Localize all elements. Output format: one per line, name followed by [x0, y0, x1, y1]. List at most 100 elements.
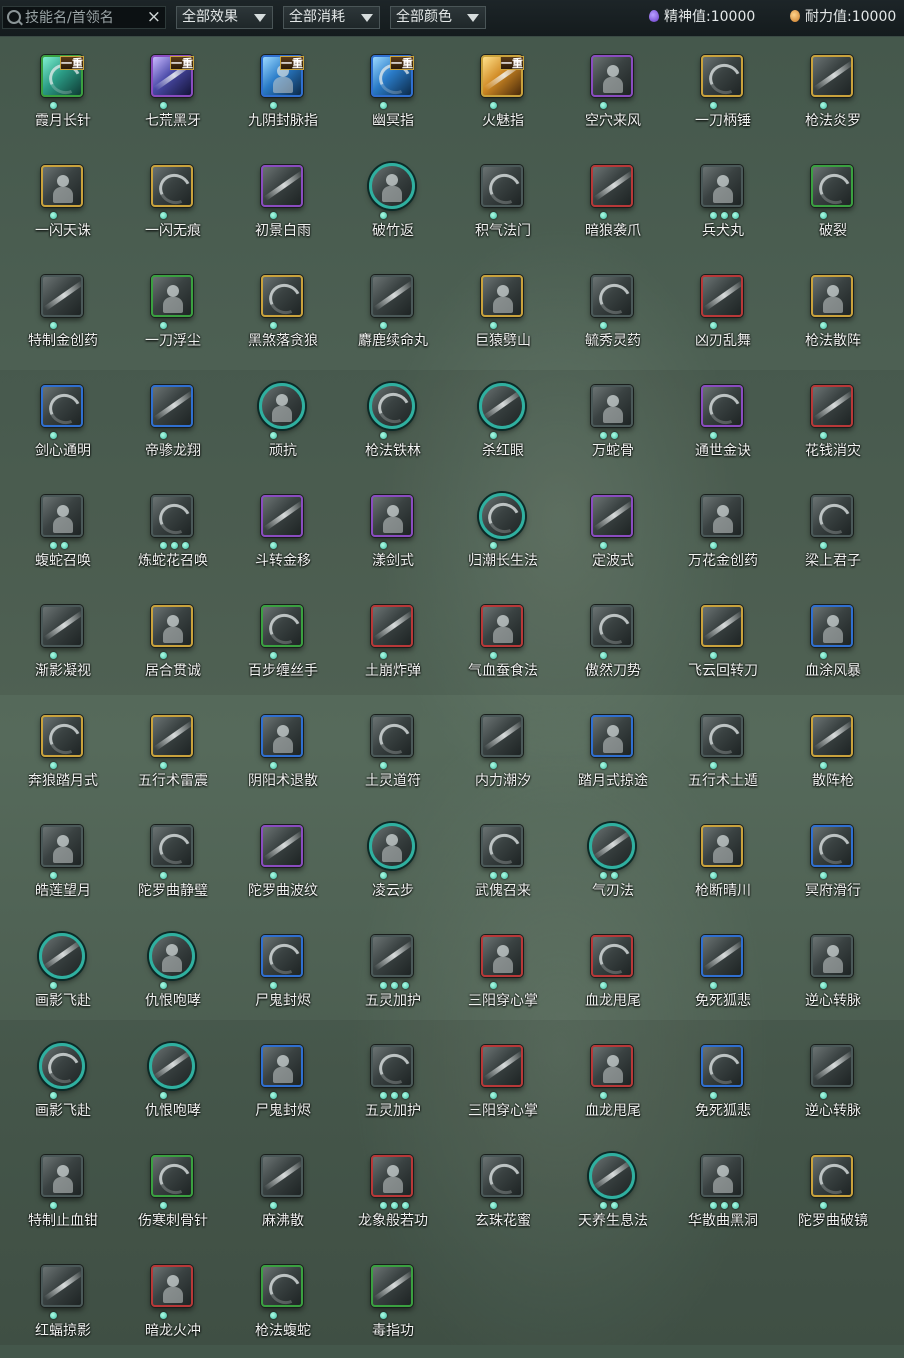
skill-icon[interactable] — [371, 935, 413, 977]
skill-item[interactable]: 万蛇骨 — [558, 368, 668, 478]
skill-item[interactable]: 三阳穿心掌 — [448, 1028, 558, 1138]
skill-icon[interactable] — [151, 1155, 193, 1197]
skill-item[interactable]: 杀红眼 — [448, 368, 558, 478]
skill-icon[interactable] — [151, 165, 193, 207]
skill-item[interactable]: 初景白雨 — [228, 148, 338, 258]
skill-icon[interactable] — [479, 383, 525, 429]
skill-item[interactable]: 破裂 — [778, 148, 888, 258]
skill-icon[interactable] — [591, 55, 633, 97]
skill-icon[interactable] — [811, 825, 853, 867]
skill-item[interactable]: 毒指功 — [338, 1248, 448, 1358]
skill-icon[interactable] — [151, 605, 193, 647]
skill-item[interactable]: 剑心通明 — [8, 368, 118, 478]
skill-icon[interactable] — [481, 165, 523, 207]
skill-item[interactable]: 免死狐悲 — [668, 1028, 778, 1138]
skill-item[interactable]: 阴阳术退散 — [228, 698, 338, 808]
skill-item[interactable]: 逆心转脉 — [778, 918, 888, 1028]
skill-icon[interactable] — [259, 383, 305, 429]
skill-item[interactable]: 枪断晴川 — [668, 808, 778, 918]
skill-icon[interactable] — [591, 385, 633, 427]
skill-item[interactable]: 仇恨咆哮 — [118, 1028, 228, 1138]
skill-item[interactable]: 枪法铁林 — [338, 368, 448, 478]
skill-icon[interactable] — [811, 1155, 853, 1197]
skill-item[interactable]: 兵犬丸 — [668, 148, 778, 258]
skill-icon[interactable] — [261, 165, 303, 207]
skill-icon[interactable] — [811, 385, 853, 427]
skill-icon[interactable] — [41, 715, 83, 757]
skill-icon[interactable] — [261, 605, 303, 647]
skill-item[interactable]: 一刀浮尘 — [118, 258, 228, 368]
skill-item[interactable]: 炼蛇花召唤 — [118, 478, 228, 588]
effect-filter-dropdown[interactable]: 全部效果 — [176, 6, 273, 29]
skill-item[interactable]: 一重 七荒黑牙 — [118, 38, 228, 148]
skill-item[interactable]: 定波式 — [558, 478, 668, 588]
skill-item[interactable]: 逆心转脉 — [778, 1028, 888, 1138]
skill-item[interactable]: 气血蚕食法 — [448, 588, 558, 698]
skill-icon[interactable] — [261, 275, 303, 317]
skill-icon[interactable] — [149, 1043, 195, 1089]
close-icon[interactable]: × — [147, 7, 161, 28]
skill-icon[interactable] — [261, 495, 303, 537]
skill-icon[interactable] — [371, 1045, 413, 1087]
skill-icon[interactable] — [701, 715, 743, 757]
skill-item[interactable]: 一重 火魅指 — [448, 38, 558, 148]
skill-item[interactable]: 归潮长生法 — [448, 478, 558, 588]
skill-item[interactable]: 尸鬼封烬 — [228, 918, 338, 1028]
skill-item[interactable]: 枪法炎罗 — [778, 38, 888, 148]
skill-icon[interactable] — [41, 825, 83, 867]
skill-icon[interactable] — [701, 385, 743, 427]
skill-item[interactable]: 免死狐悲 — [668, 918, 778, 1028]
skill-icon[interactable] — [701, 825, 743, 867]
skill-item[interactable]: 梁上君子 — [778, 478, 888, 588]
skill-icon[interactable] — [811, 715, 853, 757]
skill-item[interactable]: 一刀柄锤 — [668, 38, 778, 148]
search-box[interactable]: × — [2, 6, 166, 29]
skill-item[interactable]: 五行术雷震 — [118, 698, 228, 808]
skill-item[interactable]: 红蝠掠影 — [8, 1248, 118, 1358]
skill-item[interactable]: 仇恨咆哮 — [118, 918, 228, 1028]
skill-icon[interactable] — [41, 1155, 83, 1197]
skill-icon[interactable] — [261, 1265, 303, 1307]
skill-item[interactable]: 斗转金移 — [228, 478, 338, 588]
skill-icon[interactable] — [591, 935, 633, 977]
skill-icon[interactable] — [41, 1265, 83, 1307]
skill-icon[interactable] — [371, 605, 413, 647]
skill-item[interactable]: 凌云步 — [338, 808, 448, 918]
skill-item[interactable]: 蝮蛇召唤 — [8, 478, 118, 588]
skill-item[interactable]: 通世金诀 — [668, 368, 778, 478]
skill-icon[interactable] — [481, 825, 523, 867]
skill-icon[interactable] — [261, 825, 303, 867]
skill-icon[interactable] — [369, 163, 415, 209]
skill-item[interactable]: 渐影凝视 — [8, 588, 118, 698]
skill-item[interactable]: 陀罗曲波纹 — [228, 808, 338, 918]
skill-icon[interactable] — [479, 493, 525, 539]
skill-icon[interactable] — [811, 275, 853, 317]
skill-item[interactable]: 漾剑式 — [338, 478, 448, 588]
skill-item[interactable]: 特制金创药 — [8, 258, 118, 368]
skill-item[interactable]: 巨猿劈山 — [448, 258, 558, 368]
skill-item[interactable]: 百步缠丝手 — [228, 588, 338, 698]
skill-item[interactable]: 陀罗曲静璧 — [118, 808, 228, 918]
skill-item[interactable]: 帝骖龙翔 — [118, 368, 228, 478]
skill-icon[interactable] — [481, 275, 523, 317]
skill-item[interactable]: 华散曲黑洞 — [668, 1138, 778, 1248]
skill-item[interactable]: 尸鬼封烬 — [228, 1028, 338, 1138]
skill-icon[interactable] — [481, 715, 523, 757]
skill-icon[interactable] — [701, 165, 743, 207]
skill-item[interactable]: 破竹返 — [338, 148, 448, 258]
skill-item[interactable]: 顽抗 — [228, 368, 338, 478]
skill-item[interactable]: 一重 九阴封脉指 — [228, 38, 338, 148]
skill-icon[interactable] — [371, 715, 413, 757]
skill-icon[interactable] — [41, 165, 83, 207]
skill-item[interactable]: 五行术土遁 — [668, 698, 778, 808]
skill-item[interactable]: 暗狼袭爪 — [558, 148, 668, 258]
skill-item[interactable]: 踏月式掠途 — [558, 698, 668, 808]
skill-icon[interactable] — [261, 715, 303, 757]
skill-icon[interactable] — [591, 495, 633, 537]
skill-item[interactable]: 玄珠花蜜 — [448, 1138, 558, 1248]
skill-icon[interactable] — [591, 715, 633, 757]
skill-item[interactable]: 空穴来风 — [558, 38, 668, 148]
skill-icon[interactable] — [151, 1265, 193, 1307]
skill-icon[interactable] — [41, 605, 83, 647]
skill-item[interactable]: 龙象般若功 — [338, 1138, 448, 1248]
